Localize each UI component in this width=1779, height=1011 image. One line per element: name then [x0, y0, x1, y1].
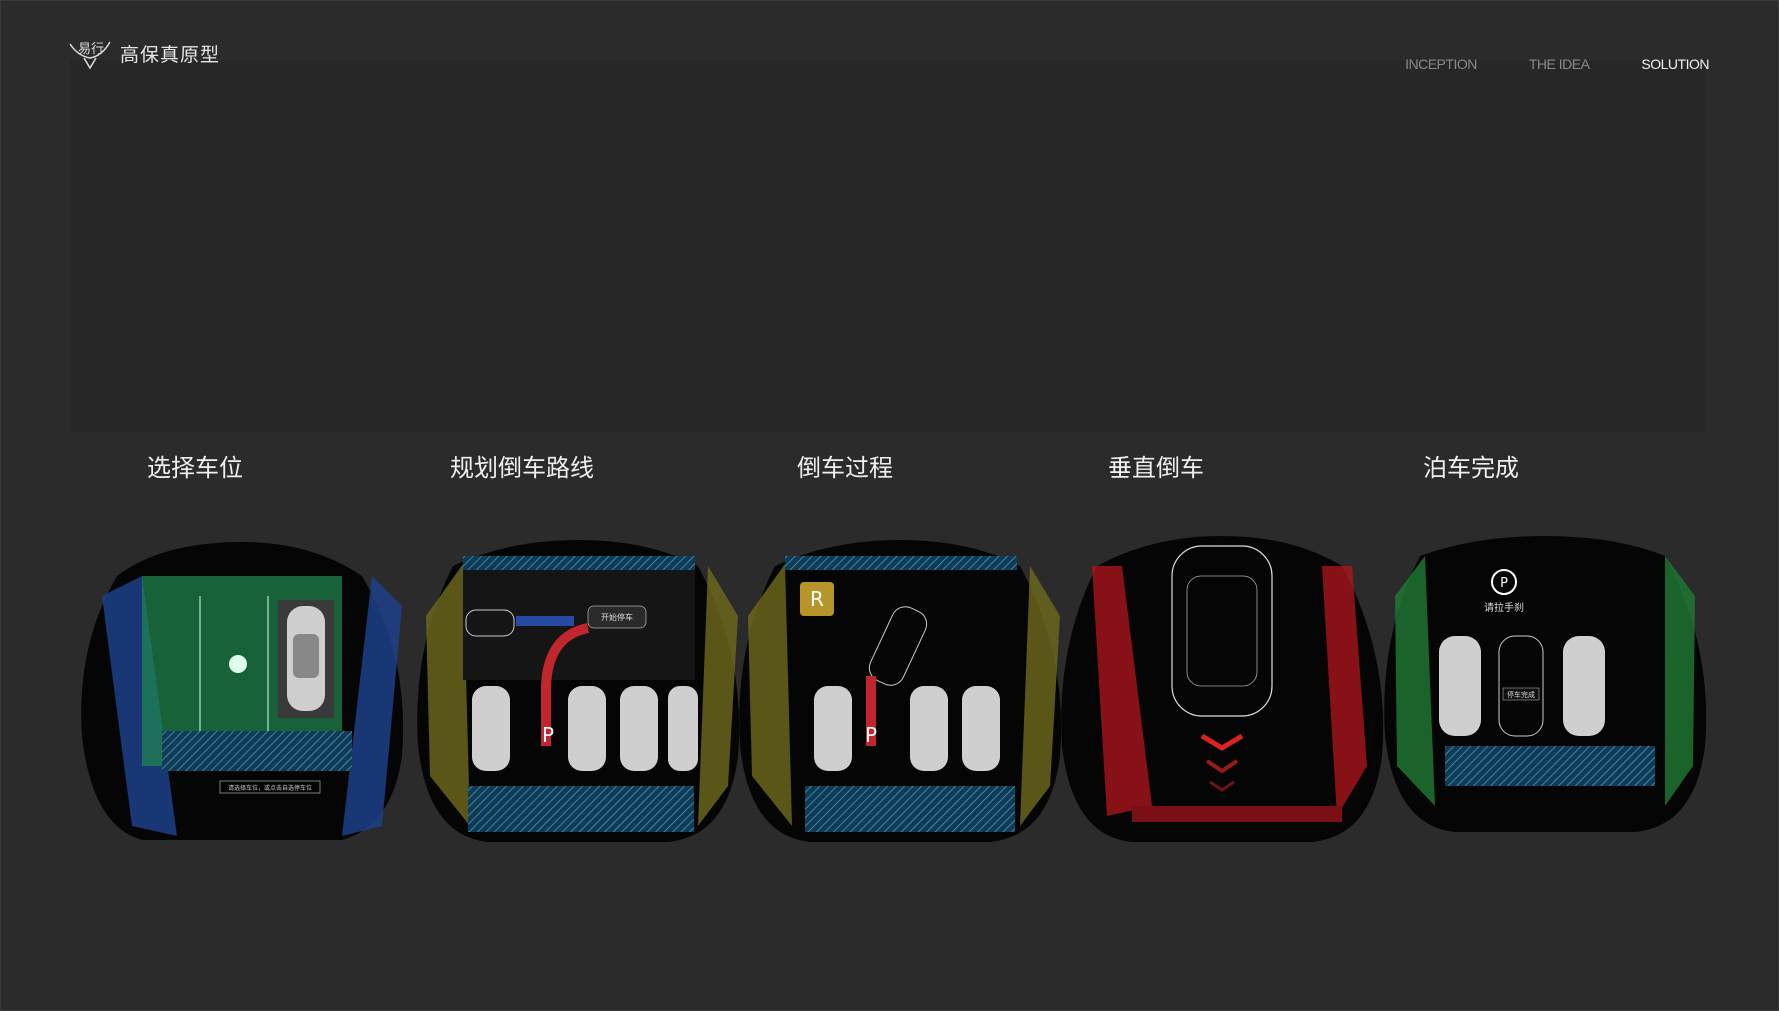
nav-item-the-idea[interactable]: THE IDEA	[1529, 56, 1590, 72]
parking-complete-badge: 停车完成	[1507, 690, 1535, 699]
nav-item-inception[interactable]: INCEPTION	[1405, 56, 1477, 72]
screen-plan-route[interactable]: 开始停车 P	[408, 536, 746, 846]
screen-select-spot[interactable]: 请选择车位，或点击自选停车位	[72, 536, 410, 846]
screen-reversing[interactable]: R P	[730, 536, 1068, 846]
screen-perpendicular[interactable]	[1052, 536, 1390, 846]
logo-mark-text: 易行	[78, 42, 105, 57]
parking-marker-p: P	[865, 723, 877, 747]
gear-reverse-indicator: R	[810, 587, 824, 611]
step-titles: 选择车位 规划倒车路线 倒车过程 垂直倒车 泊车完成	[0, 448, 1779, 488]
step-title-plan-route: 规划倒车路线	[450, 454, 594, 482]
logo-mark-icon: 易行	[68, 36, 112, 70]
step-title-reversing: 倒车过程	[797, 454, 893, 482]
brand-logo[interactable]: 易行 高保真原型	[68, 36, 220, 70]
brand-name: 高保真原型	[120, 43, 221, 66]
step-title-select-spot: 选择车位	[147, 454, 243, 482]
screen-parking-done[interactable]: P 请拉手刹 停车完成	[1375, 536, 1713, 846]
hero-area	[70, 60, 1705, 432]
step-title-perpendicular: 垂直倒车	[1108, 454, 1204, 482]
parking-marker-p: P	[542, 723, 554, 747]
status-text: 请拉手刹	[1484, 601, 1524, 614]
svg-text:P: P	[1500, 576, 1508, 591]
start-parking-button-label: 开始停车	[601, 612, 633, 622]
step-title-parking-done: 泊车完成	[1423, 454, 1519, 482]
select-spot-caption: 请选择车位，或点击自选停车位	[228, 784, 312, 792]
nav-item-solution[interactable]: SOLUTION	[1641, 56, 1709, 72]
top-nav: INCEPTION THE IDEA SOLUTION	[1405, 56, 1709, 72]
